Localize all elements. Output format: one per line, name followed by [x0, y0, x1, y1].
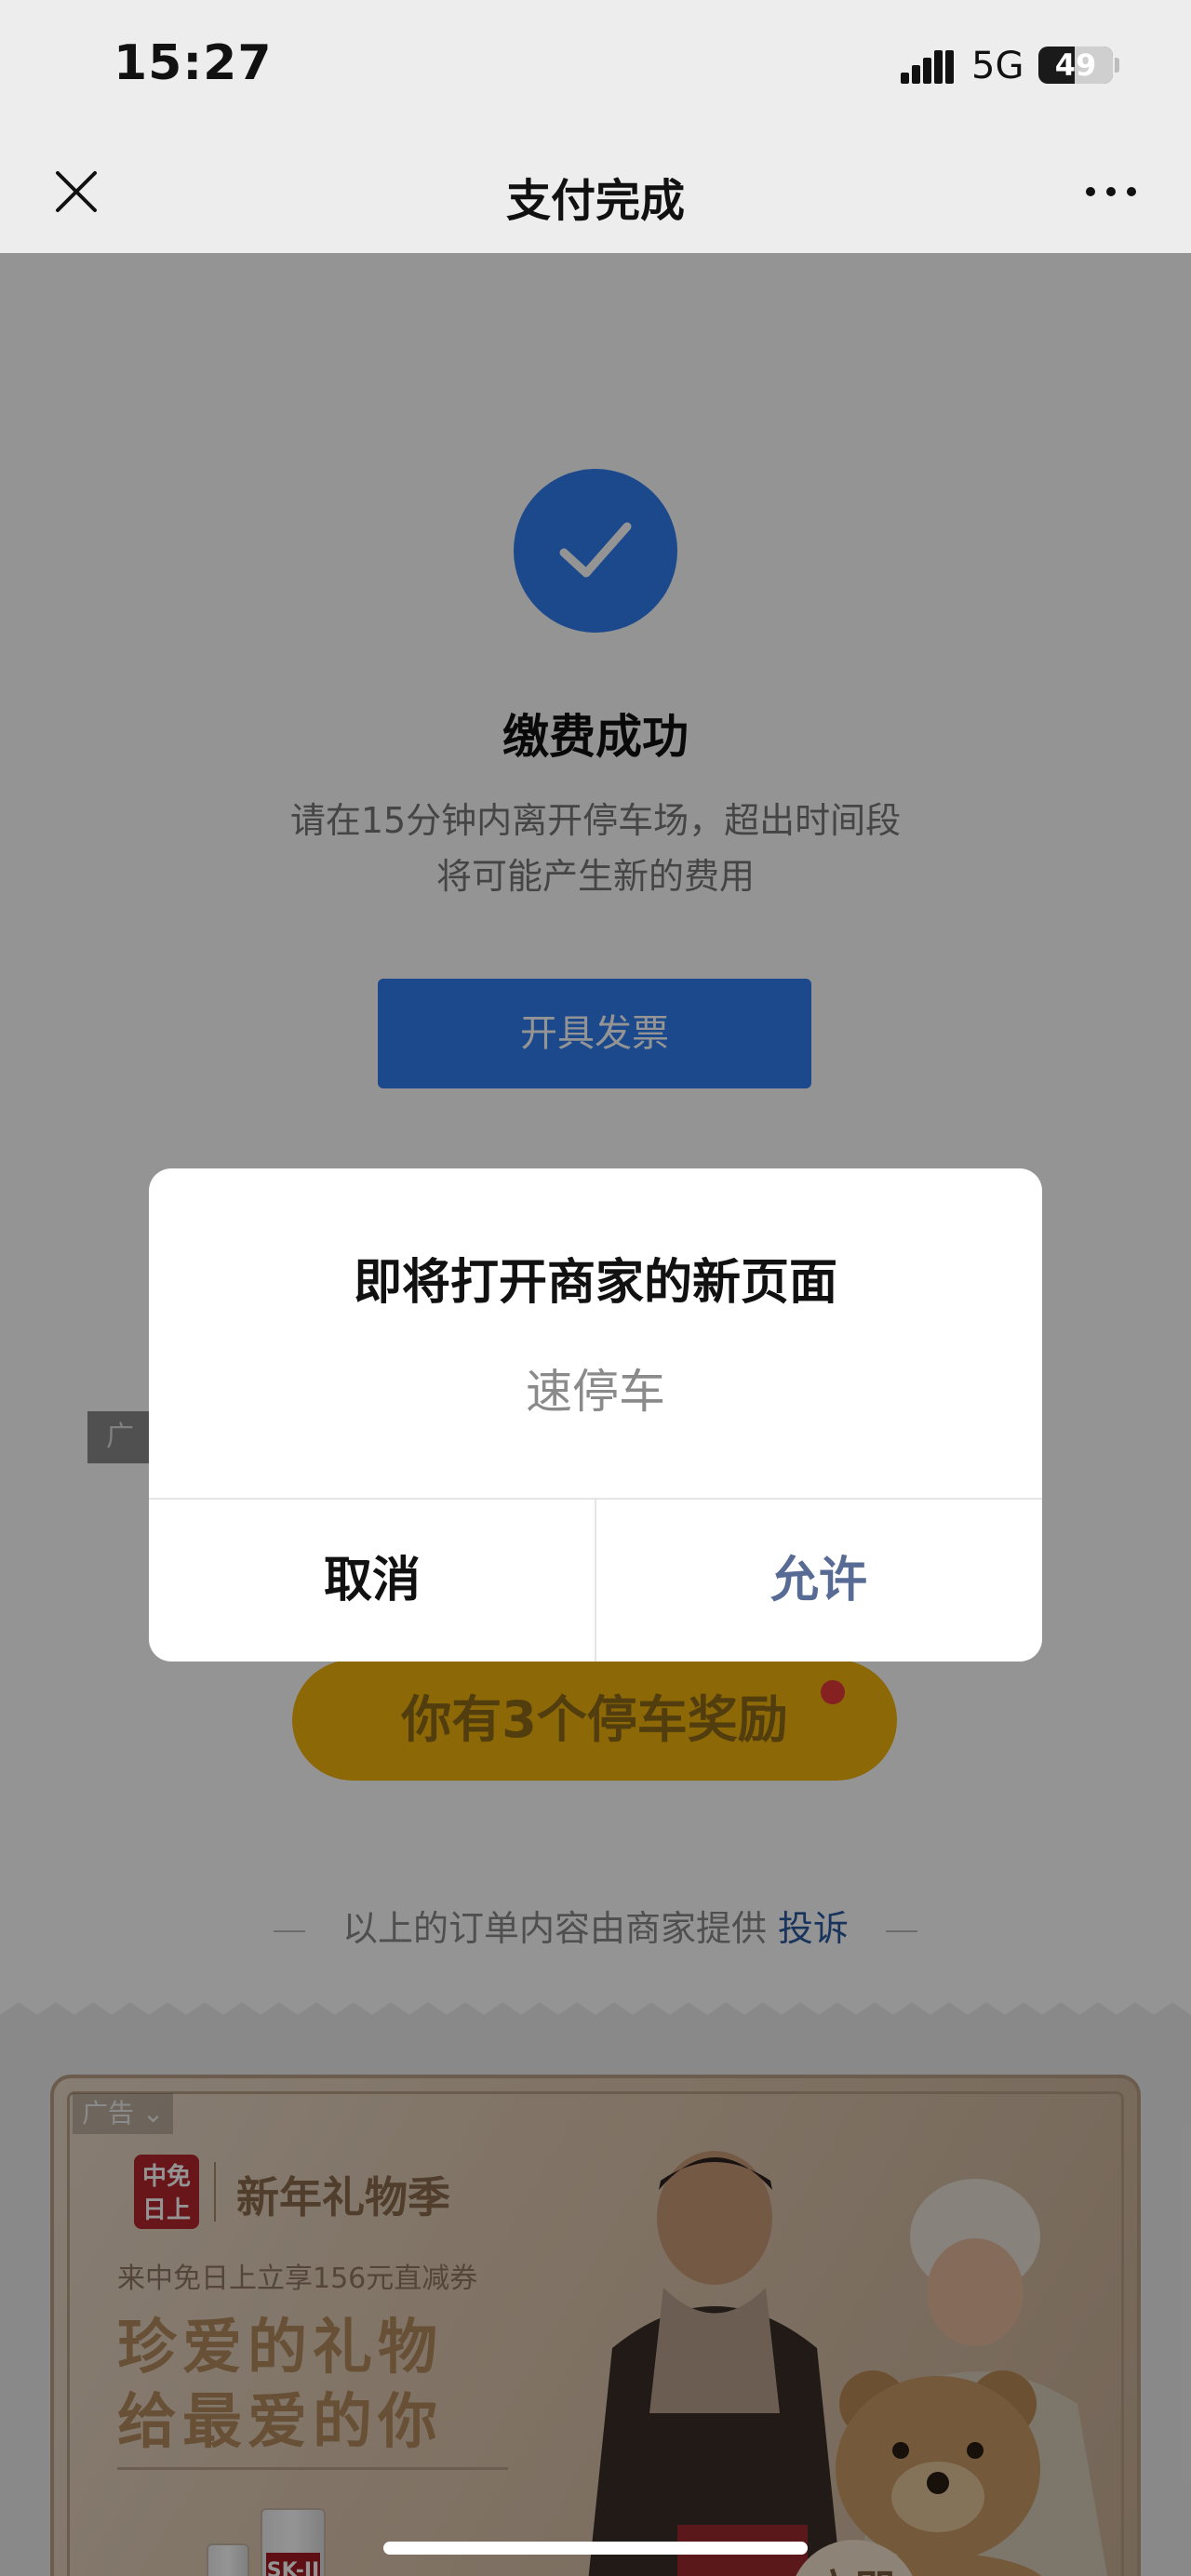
page-title: 支付完成: [505, 175, 685, 227]
battery-tip: [1115, 58, 1119, 73]
cancel-button[interactable]: 取消: [149, 1500, 596, 1662]
network-type: 5G: [971, 45, 1024, 87]
open-merchant-dialog: 即将打开商家的新页面 速停车 取消 允许: [149, 1168, 1042, 1662]
dialog-title: 即将打开商家的新页面: [353, 1255, 837, 1311]
status-time: 15:27: [114, 35, 273, 91]
status-bar: 15:27 5G 49: [0, 0, 1191, 130]
battery-icon: 49: [1038, 47, 1113, 84]
nav-bar: 支付完成: [0, 130, 1191, 253]
home-indicator[interactable]: [383, 2542, 808, 2555]
signal-icon: [901, 50, 954, 84]
more-icon[interactable]: [1083, 182, 1139, 201]
allow-button[interactable]: 允许: [596, 1500, 1042, 1662]
battery-level: 49: [1054, 47, 1097, 83]
dialog-merchant-name: 速停车: [526, 1365, 665, 1419]
